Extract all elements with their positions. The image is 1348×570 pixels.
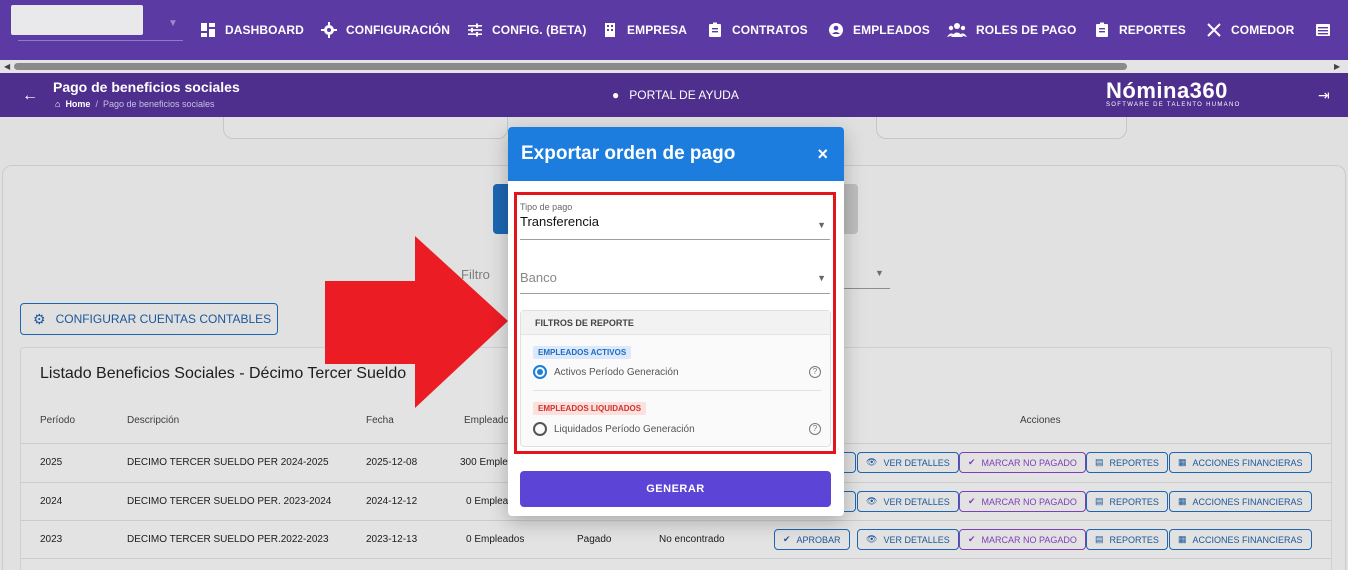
nav-label: DASHBOARD xyxy=(225,23,304,37)
scroll-left-icon[interactable]: ◀ xyxy=(4,62,10,71)
logout-icon[interactable]: ⇥ xyxy=(1318,87,1330,104)
nav-more[interactable] xyxy=(1315,22,1331,38)
nav-comedor[interactable]: COMEDOR xyxy=(1206,22,1294,38)
company-selector-underline xyxy=(18,40,183,41)
nav-empleados[interactable]: EMPLEADOS xyxy=(828,22,930,38)
bank-placeholder: Banco xyxy=(520,270,557,285)
top-navbar: ▼ DASHBOARD CONFIGURACIÓN CONFIG. (BETA)… xyxy=(0,0,1348,60)
brand-tagline: SOFTWARE DE TALENTO HUMANO xyxy=(1106,102,1241,108)
active-period-option[interactable]: Activos Período Generación ? xyxy=(533,365,821,379)
radio-unselected[interactable] xyxy=(533,422,547,436)
report-filters-panel: FILTROS DE REPORTE EMPLEADOS ACTIVOS Act… xyxy=(520,310,831,447)
nav-configuracion[interactable]: CONFIGURACIÓN xyxy=(321,22,450,38)
nav-label: COMEDOR xyxy=(1231,23,1295,37)
liquidated-period-option[interactable]: Liquidados Período Generación ? xyxy=(533,422,821,436)
brand-name: Nómina360 xyxy=(1106,78,1228,103)
scrollbar-thumb[interactable] xyxy=(14,63,1127,70)
help-portal-link[interactable]: ● PORTAL DE AYUDA xyxy=(612,88,739,102)
company-selector[interactable] xyxy=(11,5,143,35)
contract-icon xyxy=(709,22,721,37)
payment-type-select[interactable]: Tipo de pago Transferencia ▼ xyxy=(520,202,830,240)
dialog-header: Exportar orden de pago × xyxy=(508,127,844,181)
gear-icon xyxy=(321,22,337,38)
liquidated-period-label: Liquidados Período Generación xyxy=(554,423,695,435)
close-icon[interactable]: × xyxy=(817,144,828,165)
breadcrumb: ⌂ Home / Pago de beneficios sociales xyxy=(55,99,215,109)
active-employees-tag: EMPLEADOS ACTIVOS xyxy=(533,346,632,359)
chevron-down-icon[interactable]: ▼ xyxy=(168,18,178,29)
nav-reportes[interactable]: REPORTES xyxy=(1094,22,1186,38)
dialog-title: Exportar orden de pago xyxy=(521,143,736,164)
back-arrow-icon[interactable]: ← xyxy=(22,87,38,105)
brand-logo: Nómina360 SOFTWARE DE TALENTO HUMANO xyxy=(1106,78,1241,108)
export-payment-order-dialog: Exportar orden de pago × Tipo de pago Tr… xyxy=(508,127,844,516)
nav-label: ROLES DE PAGO xyxy=(976,23,1077,37)
nav-contratos[interactable]: CONTRATOS xyxy=(707,22,808,38)
help-circle-icon[interactable]: ? xyxy=(809,366,821,378)
home-icon[interactable]: ⌂ xyxy=(55,99,60,109)
breadcrumb-separator: / xyxy=(95,99,98,109)
active-period-label: Activos Período Generación xyxy=(554,366,679,378)
nav-empresa[interactable]: EMPRESA xyxy=(602,22,687,38)
nav-label: CONFIG. (BETA) xyxy=(492,23,587,37)
list-icon xyxy=(1316,24,1330,36)
breadcrumb-current: Pago de beneficios sociales xyxy=(102,99,215,109)
people-icon xyxy=(947,23,967,37)
radio-selected[interactable] xyxy=(533,365,547,379)
nav-label: EMPRESA xyxy=(627,23,688,37)
liquidated-employees-tag: EMPLEADOS LIQUIDADOS xyxy=(533,402,647,415)
payment-type-value: Transferencia xyxy=(520,214,599,229)
horizontal-scrollbar[interactable]: ◀ ▶ xyxy=(0,60,1348,73)
help-portal-label: PORTAL DE AYUDA xyxy=(629,88,739,102)
building-icon xyxy=(605,23,615,37)
dashboard-icon xyxy=(201,23,215,37)
divider xyxy=(533,390,821,391)
generate-button[interactable]: GENERAR xyxy=(520,471,831,507)
page-title: Pago de beneficios sociales xyxy=(53,79,240,95)
nav-roles-de-pago[interactable]: ROLES DE PAGO xyxy=(947,22,1076,38)
nav-label: CONTRATOS xyxy=(732,23,808,37)
scroll-right-icon[interactable]: ▶ xyxy=(1334,62,1340,71)
breadcrumb-home[interactable]: Home xyxy=(65,99,90,109)
tune-icon xyxy=(468,23,482,37)
red-arrow-annotation xyxy=(325,236,508,408)
employees-icon xyxy=(829,23,843,37)
payment-type-label: Tipo de pago xyxy=(520,202,573,212)
nav-dashboard[interactable]: DASHBOARD xyxy=(200,22,304,38)
chevron-down-icon[interactable]: ▼ xyxy=(817,220,826,230)
nav-config-beta[interactable]: CONFIG. (BETA) xyxy=(467,22,587,38)
nav-label: REPORTES xyxy=(1119,23,1186,37)
help-circle-icon[interactable]: ? xyxy=(809,423,821,435)
nav-label: CONFIGURACIÓN xyxy=(346,23,450,37)
report-icon xyxy=(1096,22,1108,37)
help-pin-icon: ● xyxy=(612,88,620,102)
sub-header: ← Pago de beneficios sociales ⌂ Home / P… xyxy=(0,73,1348,117)
chevron-down-icon[interactable]: ▼ xyxy=(817,273,826,283)
nav-label: EMPLEADOS xyxy=(853,23,930,37)
bank-select[interactable]: Banco ▼ xyxy=(520,270,830,294)
cutlery-icon xyxy=(1207,23,1221,37)
report-filters-title: FILTROS DE REPORTE xyxy=(521,311,830,335)
